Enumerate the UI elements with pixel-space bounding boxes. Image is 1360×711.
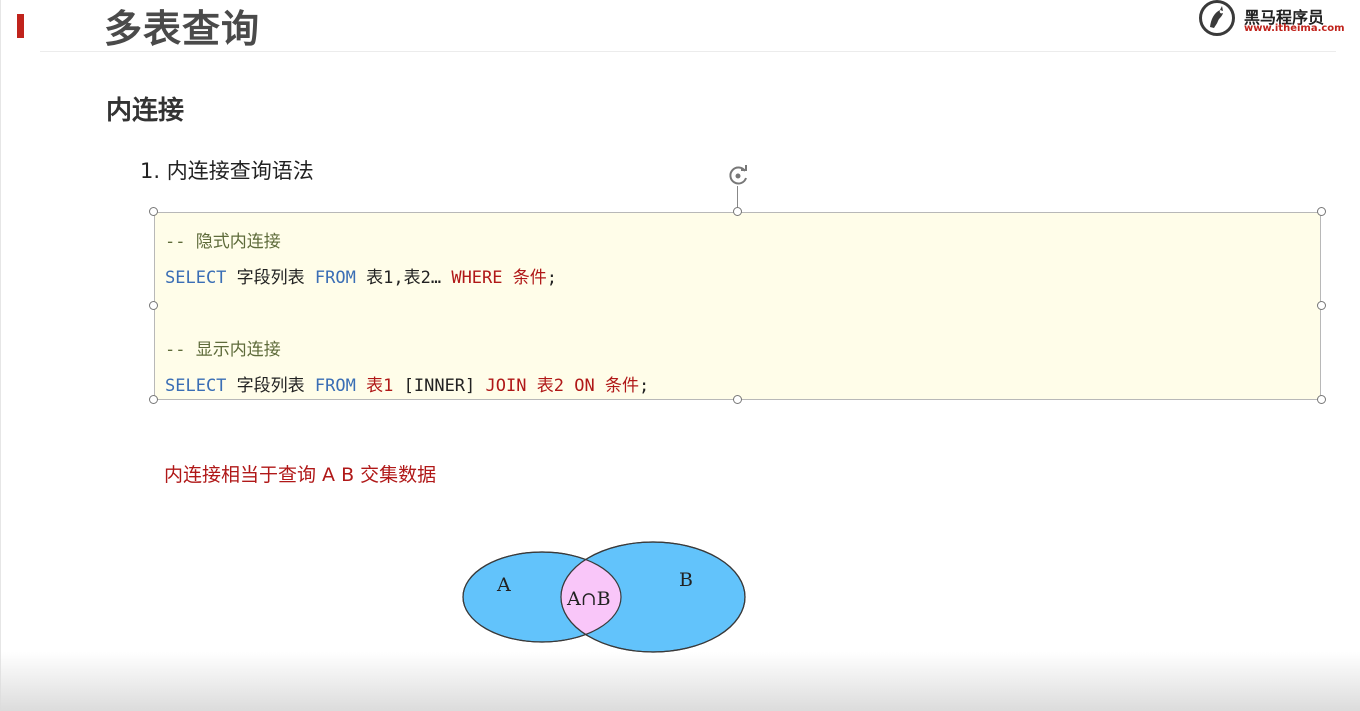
resize-handle-left[interactable] bbox=[149, 301, 158, 310]
resize-handle-bottom-left[interactable] bbox=[149, 395, 158, 404]
intersection-note: 内连接相当于查询 A B 交集数据 bbox=[164, 464, 437, 486]
resize-handle-right[interactable] bbox=[1317, 301, 1326, 310]
title-divider bbox=[40, 51, 1336, 52]
code-comment-implicit: -- 隐式内连接 bbox=[165, 232, 281, 252]
code-tables: 表1,表2… bbox=[366, 268, 442, 288]
resize-handle-top[interactable] bbox=[733, 207, 742, 216]
code-table2: 表2 bbox=[536, 376, 564, 396]
venn-label-a: A bbox=[496, 574, 511, 596]
resize-handle-bottom[interactable] bbox=[733, 395, 742, 404]
code-comment-explicit: -- 显示内连接 bbox=[165, 340, 281, 360]
horse-logo-icon bbox=[1199, 0, 1235, 36]
bottom-fade bbox=[0, 652, 1360, 711]
logo-url: www.itheima.com bbox=[1244, 23, 1345, 34]
slide-title: 多表查询 bbox=[104, 7, 261, 51]
code-line-implicit: SELECT 字段列表 FROM 表1,表2… WHERE 条件; bbox=[165, 263, 557, 288]
title-accent-bar bbox=[17, 14, 24, 38]
slide-left-border bbox=[0, 0, 1, 711]
code-table1: 表1 bbox=[366, 376, 394, 396]
section-heading: 内连接 bbox=[106, 96, 185, 126]
resize-handle-top-right[interactable] bbox=[1317, 207, 1326, 216]
keyword-from: FROM bbox=[314, 376, 356, 396]
code-condition: 条件 bbox=[604, 376, 639, 396]
list-item: 1. 内连接查询语法 bbox=[140, 159, 314, 183]
brand-logo: 黑马程序员 www.itheima.com bbox=[1199, 0, 1345, 40]
venn-diagram: A B A∩B bbox=[455, 535, 755, 660]
keyword-join: JOIN bbox=[485, 376, 527, 396]
code-block[interactable]: -- 隐式内连接 SELECT 字段列表 FROM 表1,表2… WHERE 条… bbox=[154, 212, 1321, 400]
code-fields: 字段列表 bbox=[236, 376, 305, 396]
keyword-on: ON bbox=[574, 376, 595, 396]
resize-handle-top-left[interactable] bbox=[149, 207, 158, 216]
rotate-handle-icon[interactable] bbox=[724, 162, 752, 190]
keyword-inner: [INNER] bbox=[403, 376, 476, 396]
keyword-select: SELECT bbox=[165, 376, 227, 396]
code-semicolon: ; bbox=[546, 268, 558, 288]
keyword-where: WHERE bbox=[451, 268, 503, 288]
venn-label-intersection: A∩B bbox=[566, 588, 611, 610]
venn-label-b: B bbox=[679, 569, 693, 591]
keyword-select: SELECT bbox=[165, 268, 227, 288]
code-line-explicit: SELECT 字段列表 FROM 表1 [INNER] JOIN 表2 ON 条… bbox=[165, 371, 649, 396]
code-fields: 字段列表 bbox=[236, 268, 305, 288]
code-semicolon: ; bbox=[638, 376, 650, 396]
keyword-from: FROM bbox=[314, 268, 356, 288]
code-condition: 条件 bbox=[512, 268, 547, 288]
resize-handle-bottom-right[interactable] bbox=[1317, 395, 1326, 404]
